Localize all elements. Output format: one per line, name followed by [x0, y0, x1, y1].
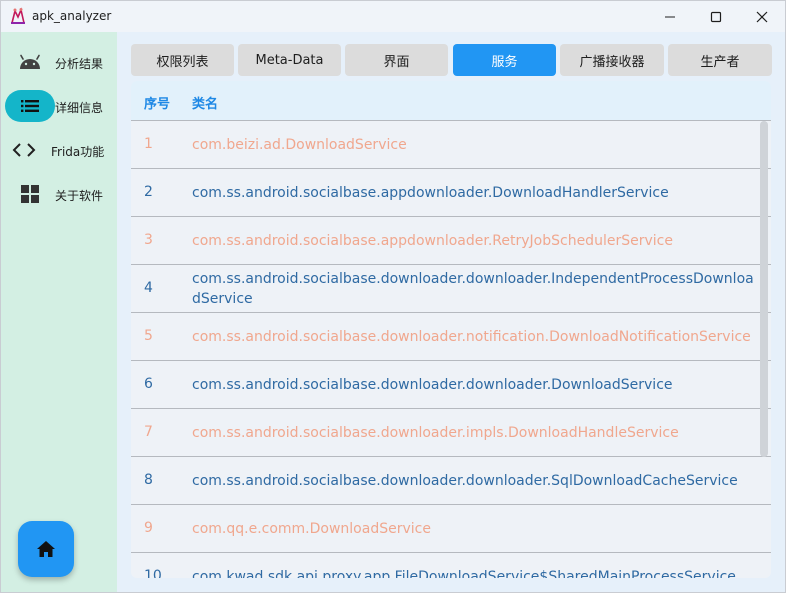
row-class-name: com.ss.android.socialbase.appdownloader.…	[192, 233, 673, 249]
code-icon	[9, 138, 39, 162]
sidebar-item-label: Frida功能	[51, 145, 105, 159]
row-class-name: com.kwad.sdk.api.proxy.app.FileDownloadS…	[192, 569, 736, 578]
row-index: 5	[144, 328, 153, 344]
table-body[interactable]: 1 com.beizi.ad.DownloadService 2 com.ss.…	[131, 121, 771, 578]
row-class-name: com.ss.android.socialbase.appdownloader.…	[192, 185, 669, 201]
sidebar: 分析结果 详细信息 Frida功能 关于软件	[1, 32, 117, 592]
row-class-name: com.beizi.ad.DownloadService	[192, 137, 407, 153]
row-class-name: com.ss.android.socialbase.downloader.dow…	[192, 271, 754, 307]
table-row[interactable]: 5 com.ss.android.socialbase.downloader.n…	[131, 313, 771, 361]
maximize-icon	[710, 11, 722, 22]
row-class-name: com.ss.android.socialbase.downloader.not…	[192, 329, 751, 345]
android-icon	[15, 50, 45, 74]
app-title: apk_analyzer	[32, 9, 112, 23]
table-row[interactable]: 6 com.ss.android.socialbase.downloader.d…	[131, 361, 771, 409]
row-index: 1	[144, 136, 153, 152]
minimize-button[interactable]	[647, 1, 693, 32]
row-class-name: com.qq.e.comm.DownloadService	[192, 521, 431, 537]
table-row[interactable]: 3 com.ss.android.socialbase.appdownloade…	[131, 217, 771, 265]
row-index: 3	[144, 232, 153, 248]
sidebar-item-details[interactable]: 详细信息	[1, 88, 117, 124]
services-table: 序号 类名 1 com.beizi.ad.DownloadService 2 c…	[131, 81, 771, 578]
tab-providers[interactable]: 生产者	[668, 44, 772, 76]
row-index: 2	[144, 184, 153, 200]
sidebar-item-about[interactable]: 关于软件	[1, 176, 117, 212]
home-button[interactable]	[18, 521, 74, 577]
title-bar[interactable]: apk_analyzer	[1, 1, 785, 32]
row-index: 4	[144, 280, 153, 296]
sidebar-item-label: 分析结果	[55, 57, 104, 71]
sidebar-item-label: 详细信息	[55, 101, 104, 115]
row-class-name: com.ss.android.socialbase.downloader.imp…	[192, 425, 679, 441]
row-index: 10	[144, 568, 162, 578]
table-row[interactable]: 4 com.ss.android.socialbase.downloader.d…	[131, 265, 771, 313]
table-row[interactable]: 8 com.ss.android.socialbase.downloader.d…	[131, 457, 771, 505]
row-index: 9	[144, 520, 153, 536]
table-row[interactable]: 9 com.qq.e.comm.DownloadService	[131, 505, 771, 553]
row-index: 7	[144, 424, 153, 440]
table-row[interactable]: 1 com.beizi.ad.DownloadService	[131, 121, 771, 169]
home-icon	[37, 541, 55, 557]
tab-services[interactable]: 服务	[453, 44, 556, 76]
close-button[interactable]	[739, 1, 785, 32]
maximize-button[interactable]	[693, 1, 739, 32]
header-class-name: 类名	[192, 97, 219, 112]
row-index: 8	[144, 472, 153, 488]
table-header: 序号 类名	[131, 81, 771, 121]
header-index: 序号	[144, 97, 171, 112]
grid-icon	[15, 182, 45, 206]
tab-activities[interactable]: 界面	[345, 44, 448, 76]
table-row[interactable]: 10 com.kwad.sdk.api.proxy.app.FileDownlo…	[131, 553, 771, 578]
row-class-name: com.ss.android.socialbase.downloader.dow…	[192, 377, 673, 393]
app-window: apk_analyzer 分析结果 详细信息 Frida功能 关于软件 权限列表…	[0, 0, 786, 593]
tab-permissions[interactable]: 权限列表	[131, 44, 234, 76]
close-icon	[756, 11, 768, 22]
app-logo-icon	[11, 7, 25, 24]
table-row[interactable]: 2 com.ss.android.socialbase.appdownloade…	[131, 169, 771, 217]
tab-receivers[interactable]: 广播接收器	[560, 44, 664, 76]
table-scrollbar[interactable]	[760, 121, 768, 457]
main-panel: 权限列表 Meta-Data 界面 服务 广播接收器 生产者 序号 类名 1 c…	[117, 32, 785, 592]
row-class-name: com.ss.android.socialbase.downloader.dow…	[192, 473, 738, 489]
tab-meta-data[interactable]: Meta-Data	[238, 44, 341, 76]
list-icon	[15, 94, 45, 118]
table-row[interactable]: 7 com.ss.android.socialbase.downloader.i…	[131, 409, 771, 457]
sidebar-item-label: 关于软件	[55, 189, 104, 203]
minimize-icon	[665, 16, 675, 17]
row-index: 6	[144, 376, 153, 392]
sidebar-item-analysis[interactable]: 分析结果	[1, 44, 117, 80]
sidebar-item-frida[interactable]: Frida功能	[1, 132, 117, 168]
